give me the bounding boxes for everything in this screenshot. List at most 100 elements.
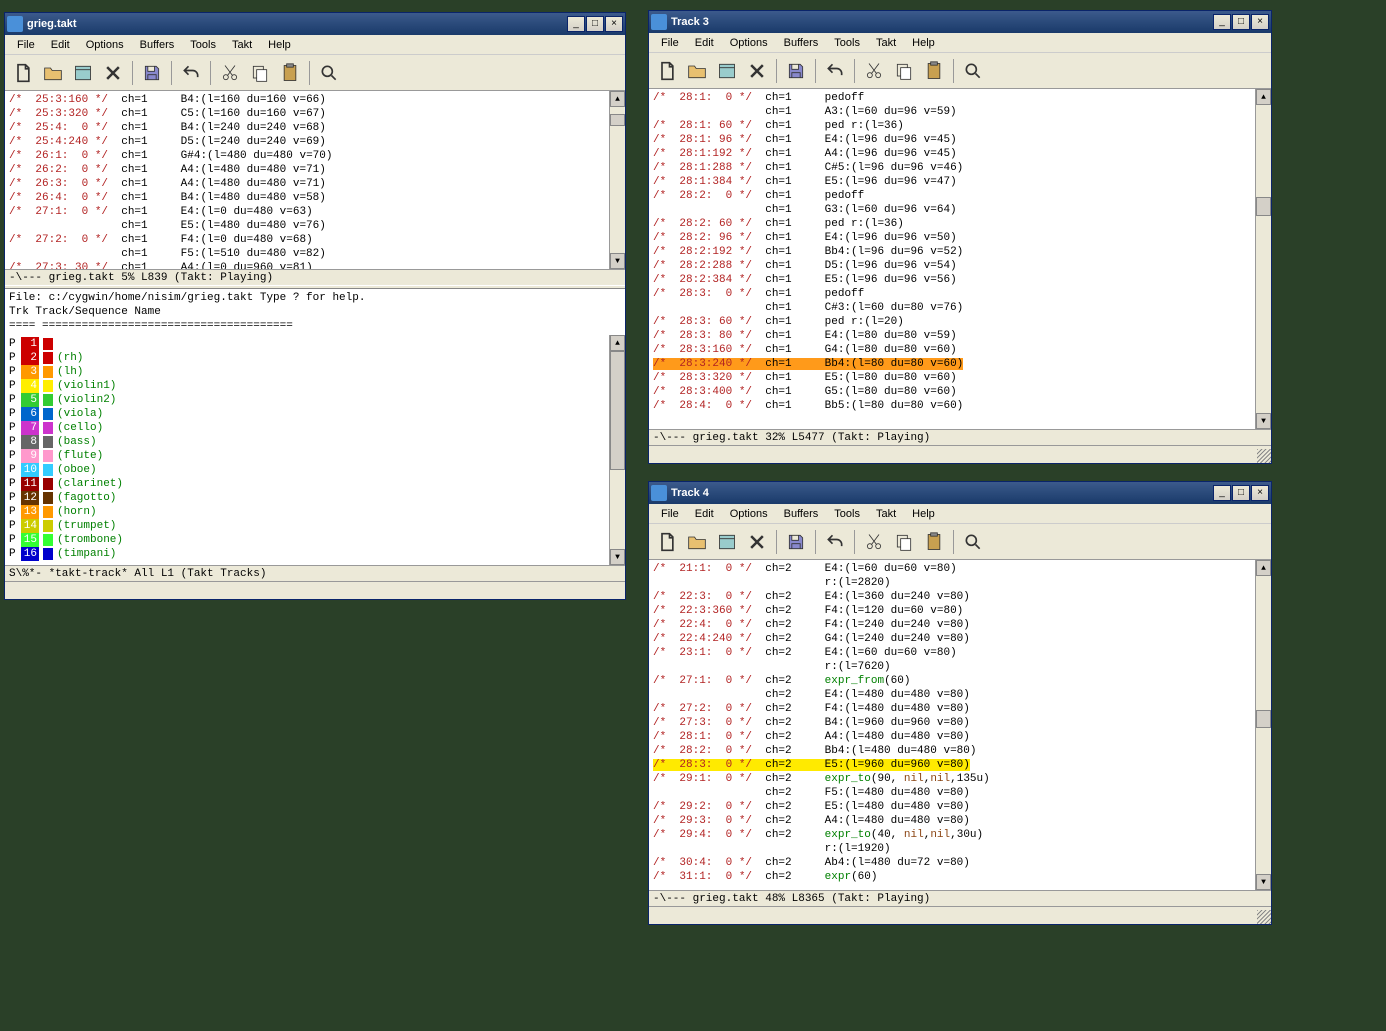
new-file-icon[interactable] bbox=[653, 528, 681, 556]
code-line[interactable]: /* 28:1: 0 */ ch=1 pedoff bbox=[653, 91, 1251, 105]
code-line[interactable]: ch=1 F5:(l=510 du=480 v=82) bbox=[9, 247, 605, 261]
code-line[interactable]: /* 29:2: 0 */ ch=2 E5:(l=480 du=480 v=80… bbox=[653, 800, 1251, 814]
copy-icon[interactable] bbox=[890, 528, 918, 556]
code-line[interactable]: /* 26:2: 0 */ ch=1 A4:(l=480 du=480 v=71… bbox=[9, 163, 605, 177]
code-line[interactable]: /* 27:2: 0 */ ch=1 F4:(l=0 du=480 v=68) bbox=[9, 233, 605, 247]
code-line[interactable]: /* 29:1: 0 */ ch=2 expr_to(90, nil,nil,1… bbox=[653, 772, 1251, 786]
scroll-up-arrow[interactable]: ▲ bbox=[610, 91, 625, 107]
resize-grip[interactable] bbox=[1257, 449, 1271, 463]
paste-icon[interactable] bbox=[920, 528, 948, 556]
close-file-icon[interactable] bbox=[743, 528, 771, 556]
minimize-button[interactable]: _ bbox=[1213, 485, 1231, 501]
code-line[interactable]: /* 30:4: 0 */ ch=2 Ab4:(l=480 du=72 v=80… bbox=[653, 856, 1251, 870]
search-icon[interactable] bbox=[959, 528, 987, 556]
close-button[interactable]: × bbox=[1251, 14, 1269, 30]
code-line[interactable]: /* 28:2: 60 */ ch=1 ped r:(l=36) bbox=[653, 217, 1251, 231]
dired-icon[interactable] bbox=[713, 57, 741, 85]
cut-icon[interactable] bbox=[860, 528, 888, 556]
menu-buffers[interactable]: Buffers bbox=[776, 35, 827, 51]
code-line[interactable]: /* 22:3:360 */ ch=2 F4:(l=120 du=60 v=80… bbox=[653, 604, 1251, 618]
editor-pane[interactable]: /* 25:3:160 */ ch=1 B4:(l=160 du=160 v=6… bbox=[5, 91, 609, 269]
scroll-up-arrow[interactable]: ▲ bbox=[1256, 560, 1271, 576]
code-line[interactable]: /* 23:1: 0 */ ch=2 E4:(l=60 du=60 v=80) bbox=[653, 646, 1251, 660]
editor-pane[interactable]: /* 28:1: 0 */ ch=1 pedoff ch=1 A3:(l=60 … bbox=[649, 89, 1255, 429]
cut-icon[interactable] bbox=[216, 59, 244, 87]
new-file-icon[interactable] bbox=[653, 57, 681, 85]
code-line[interactable]: /* 28:1:384 */ ch=1 E5:(l=96 du=96 v=47) bbox=[653, 175, 1251, 189]
code-line[interactable]: /* 22:3: 0 */ ch=2 E4:(l=360 du=240 v=80… bbox=[653, 590, 1251, 604]
code-line[interactable]: /* 28:3: 60 */ ch=1 ped r:(l=20) bbox=[653, 315, 1251, 329]
code-line[interactable]: /* 28:4: 0 */ ch=1 Bb5:(l=80 du=80 v=60) bbox=[653, 399, 1251, 413]
menu-help[interactable]: Help bbox=[904, 35, 943, 51]
scrollbar[interactable]: ▲ ▼ bbox=[609, 91, 625, 269]
scrollbar-tracks[interactable]: ▲ ▼ bbox=[609, 335, 625, 565]
search-icon[interactable] bbox=[959, 57, 987, 85]
minimize-button[interactable]: _ bbox=[567, 16, 585, 32]
code-line[interactable]: /* 25:3:160 */ ch=1 B4:(l=160 du=160 v=6… bbox=[9, 93, 605, 107]
scroll-up-arrow[interactable]: ▲ bbox=[1256, 89, 1271, 105]
menu-edit[interactable]: Edit bbox=[687, 35, 722, 51]
menu-file[interactable]: File bbox=[653, 506, 687, 522]
code-line[interactable]: r:(l=1920) bbox=[653, 842, 1251, 856]
menu-tools[interactable]: Tools bbox=[182, 37, 224, 53]
code-line[interactable]: /* 29:4: 0 */ ch=2 expr_to(40, nil,nil,3… bbox=[653, 828, 1251, 842]
track-row[interactable]: P11(clarinet) bbox=[9, 477, 605, 491]
track-row[interactable]: P9(flute) bbox=[9, 449, 605, 463]
track-list[interactable]: P1P2(rh)P3(lh)P4(violin1)P5(violin2)P6(v… bbox=[5, 335, 609, 565]
track-row[interactable]: P14(trumpet) bbox=[9, 519, 605, 533]
code-line[interactable]: /* 28:1:288 */ ch=1 C#5:(l=96 du=96 v=46… bbox=[653, 161, 1251, 175]
scroll-down-arrow[interactable]: ▼ bbox=[610, 549, 625, 565]
code-line[interactable]: /* 28:2:384 */ ch=1 E5:(l=96 du=96 v=56) bbox=[653, 273, 1251, 287]
track-row[interactable]: P7(cello) bbox=[9, 421, 605, 435]
track-row[interactable]: P3(lh) bbox=[9, 365, 605, 379]
dired-icon[interactable] bbox=[713, 528, 741, 556]
undo-icon[interactable] bbox=[821, 528, 849, 556]
code-line[interactable]: /* 28:3:160 */ ch=1 G4:(l=80 du=80 v=60) bbox=[653, 343, 1251, 357]
menu-takt[interactable]: Takt bbox=[224, 37, 260, 53]
code-line[interactable]: /* 27:3: 0 */ ch=2 B4:(l=960 du=960 v=80… bbox=[653, 716, 1251, 730]
menu-buffers[interactable]: Buffers bbox=[132, 37, 183, 53]
scroll-track[interactable] bbox=[1256, 576, 1271, 874]
minibuffer[interactable] bbox=[649, 445, 1271, 463]
code-line[interactable]: /* 28:1: 60 */ ch=1 ped r:(l=36) bbox=[653, 119, 1251, 133]
maximize-button[interactable]: □ bbox=[1232, 485, 1250, 501]
menu-buffers[interactable]: Buffers bbox=[776, 506, 827, 522]
scroll-down-arrow[interactable]: ▼ bbox=[610, 253, 625, 269]
code-line[interactable]: /* 22:4:240 */ ch=2 G4:(l=240 du=240 v=8… bbox=[653, 632, 1251, 646]
menu-takt[interactable]: Takt bbox=[868, 506, 904, 522]
maximize-button[interactable]: □ bbox=[586, 16, 604, 32]
code-line[interactable]: /* 31:1: 0 */ ch=2 expr(60) bbox=[653, 870, 1251, 884]
code-line[interactable]: /* 28:3:240 */ ch=1 Bb4:(l=80 du=80 v=60… bbox=[653, 357, 1251, 371]
code-line[interactable]: /* 28:1:192 */ ch=1 A4:(l=96 du=96 v=45) bbox=[653, 147, 1251, 161]
code-line[interactable]: ch=1 E5:(l=480 du=480 v=76) bbox=[9, 219, 605, 233]
track-row[interactable]: P16(timpani) bbox=[9, 547, 605, 561]
code-line[interactable]: r:(l=7620) bbox=[653, 660, 1251, 674]
menu-file[interactable]: File bbox=[653, 35, 687, 51]
code-line[interactable]: /* 28:3: 80 */ ch=1 E4:(l=80 du=80 v=59) bbox=[653, 329, 1251, 343]
menu-help[interactable]: Help bbox=[904, 506, 943, 522]
menu-tools[interactable]: Tools bbox=[826, 506, 868, 522]
scroll-track[interactable] bbox=[610, 351, 625, 549]
close-file-icon[interactable] bbox=[743, 57, 771, 85]
code-line[interactable]: /* 25:4: 0 */ ch=1 B4:(l=240 du=240 v=68… bbox=[9, 121, 605, 135]
code-line[interactable]: /* 28:2: 96 */ ch=1 E4:(l=96 du=96 v=50) bbox=[653, 231, 1251, 245]
code-line[interactable]: ch=2 F5:(l=480 du=480 v=80) bbox=[653, 786, 1251, 800]
save-icon[interactable] bbox=[138, 59, 166, 87]
minimize-button[interactable]: _ bbox=[1213, 14, 1231, 30]
code-line[interactable]: /* 22:4: 0 */ ch=2 F4:(l=240 du=240 v=80… bbox=[653, 618, 1251, 632]
code-line[interactable]: r:(l=2820) bbox=[653, 576, 1251, 590]
code-line[interactable]: /* 28:2:192 */ ch=1 Bb4:(l=96 du=96 v=52… bbox=[653, 245, 1251, 259]
menu-options[interactable]: Options bbox=[722, 35, 776, 51]
open-file-icon[interactable] bbox=[683, 57, 711, 85]
code-line[interactable]: /* 28:2:288 */ ch=1 D5:(l=96 du=96 v=54) bbox=[653, 259, 1251, 273]
track-row[interactable]: P5(violin2) bbox=[9, 393, 605, 407]
scroll-up-arrow[interactable]: ▲ bbox=[610, 335, 625, 351]
undo-icon[interactable] bbox=[177, 59, 205, 87]
track-row[interactable]: P6(viola) bbox=[9, 407, 605, 421]
cut-icon[interactable] bbox=[860, 57, 888, 85]
minibuffer[interactable] bbox=[5, 581, 625, 599]
code-line[interactable]: ch=1 G3:(l=60 du=96 v=64) bbox=[653, 203, 1251, 217]
code-line[interactable]: /* 26:1: 0 */ ch=1 G#4:(l=480 du=480 v=7… bbox=[9, 149, 605, 163]
code-line[interactable]: ch=1 C#3:(l=60 du=80 v=76) bbox=[653, 301, 1251, 315]
scroll-thumb[interactable] bbox=[1256, 710, 1271, 728]
